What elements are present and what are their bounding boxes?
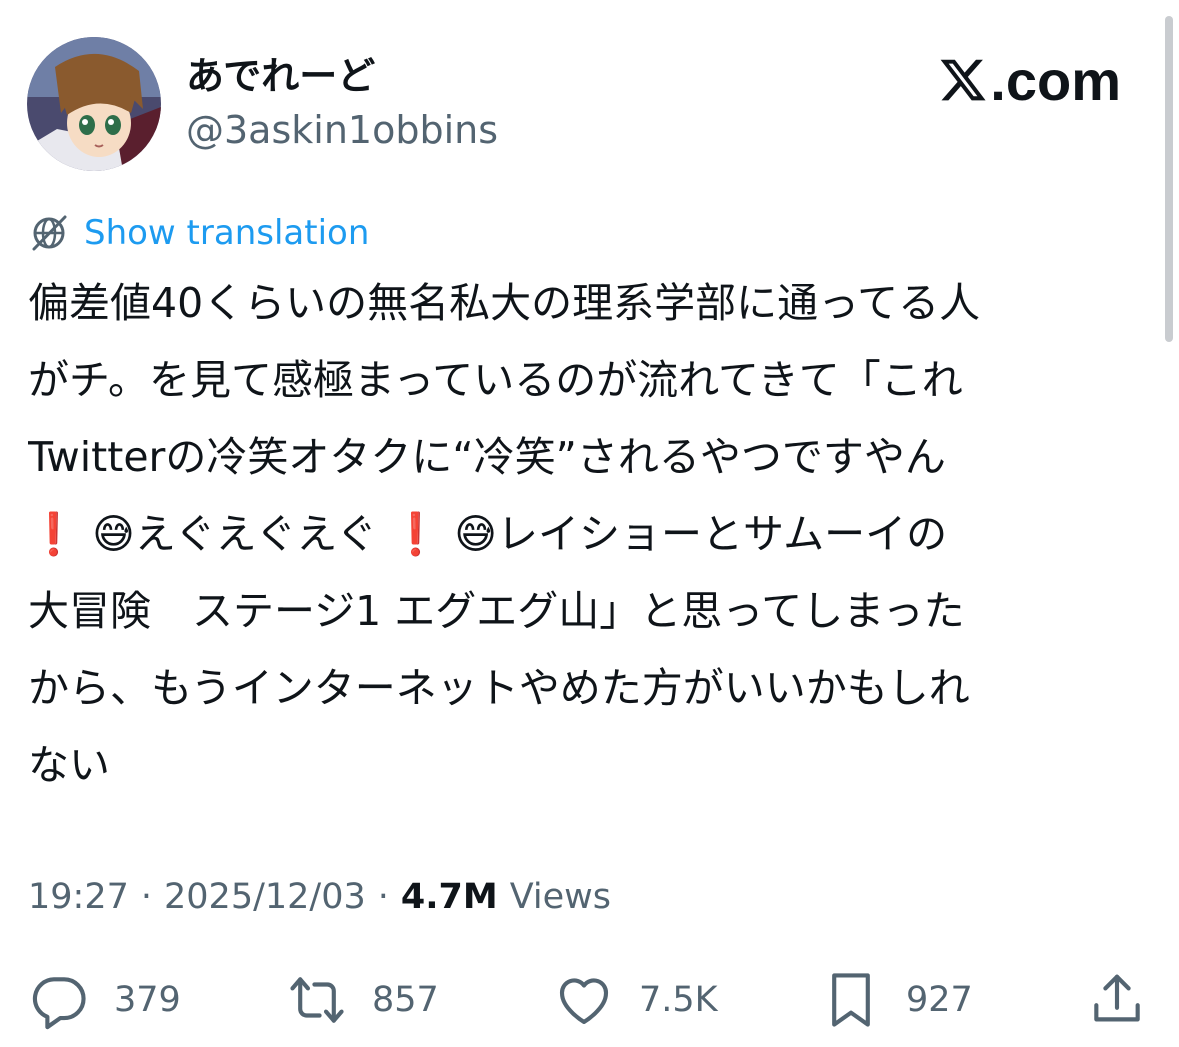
bookmark-button[interactable]: 927 (820, 965, 973, 1035)
tweet-text-line: がチ。を見て感極まっているのが流れてきて「これ (28, 356, 963, 404)
tweet-text-line: 大冒険 ステージ1 エグエグ山」と思ってしまった (28, 587, 965, 635)
bookmark-icon (832, 973, 870, 1027)
repost-count: 857 (372, 980, 439, 1020)
tweet-text-line: ない (28, 741, 110, 789)
tweet-text: 偏差値40くらいの無名私大の理系学部に通ってる人 がチ。を見て感極まっているのが… (28, 265, 1153, 804)
tweet-text-line: Twitterの冷笑オタクに“冷笑”されるやつですやん (28, 433, 946, 481)
show-translation-label: Show translation (84, 213, 370, 253)
author-display-name[interactable]: あでれーど (186, 54, 375, 98)
globe-icon (32, 215, 67, 251)
views-label: Views (509, 877, 612, 917)
heart-icon (559, 978, 609, 1025)
share-button[interactable] (1086, 965, 1172, 1035)
like-button[interactable]: 7.5K (553, 965, 718, 1035)
show-translation-link[interactable]: Show translation (28, 213, 369, 253)
views-count: 4.7M (400, 877, 498, 917)
reply-count: 379 (114, 980, 181, 1020)
share-icon (1094, 974, 1140, 1022)
meta-separator: · (377, 877, 389, 917)
author-avatar[interactable] (27, 37, 161, 171)
like-count: 7.5K (639, 980, 718, 1020)
scrollbar[interactable] (1165, 16, 1173, 342)
reply-icon (32, 977, 86, 1030)
tweet-text-line: ❗ 😅えぐえぐえぐ ❗ 😅レイショーとサムーイの (28, 510, 948, 558)
bookmark-count: 927 (906, 980, 973, 1020)
tweet-time[interactable]: 19:27 (28, 877, 129, 917)
repost-button[interactable]: 857 (286, 965, 439, 1035)
tweet-meta: 19:27 · 2025/12/03 · 4.7M Views (28, 874, 611, 920)
reply-button[interactable]: 379 (28, 965, 181, 1035)
x-logo-icon (940, 59, 986, 101)
repost-icon (290, 977, 344, 1023)
brand-suffix: .com (990, 48, 1121, 112)
tweet-text-line: から、もうインターネットやめた方がいいかもしれ (28, 664, 970, 712)
action-bar: 379 857 7.5K 927 (28, 965, 1152, 1035)
author-handle[interactable]: @3askin1obbins (186, 108, 498, 152)
anime-avatar (27, 37, 161, 171)
tweet-text-line: 偏差値40くらいの無名私大の理系学部に通ってる人 (28, 279, 981, 327)
brand-logo: .com (938, 48, 1121, 112)
tweet-date[interactable]: 2025/12/03 (164, 877, 366, 917)
meta-separator: · (140, 877, 153, 917)
